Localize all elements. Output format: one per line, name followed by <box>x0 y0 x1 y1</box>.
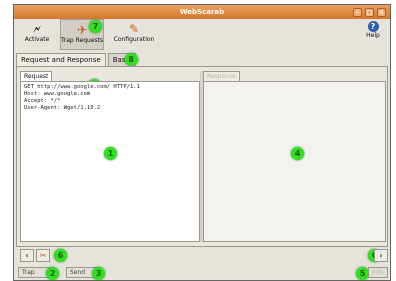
help-label: Help <box>366 32 380 39</box>
marker-1: 1 <box>104 147 117 160</box>
info-label: Info <box>372 269 384 276</box>
trap-requests-button[interactable]: ✈ Trap Requests 7 <box>60 19 104 50</box>
tab-bar: Request and Response Basic 8 <box>16 53 138 66</box>
request-pane: Request 4 GET http://www.google.com/ HTT… <box>20 71 200 242</box>
configuration-icon: ✎ <box>128 22 140 36</box>
configuration-button[interactable]: ✎ Configuration <box>112 19 156 50</box>
app-window: WebScarab – □ × 🗲 Activate ✈ Trap Reques… <box>13 4 391 281</box>
info-button[interactable]: Info <box>368 267 388 278</box>
request-line: User-Agent: Wget/1.10.2 <box>24 105 101 111</box>
maximize-icon[interactable]: □ <box>365 7 374 17</box>
marker-4: 4 <box>291 147 304 160</box>
activate-icon: 🗲 <box>33 22 41 36</box>
marker-8: 7 <box>89 20 102 33</box>
request-editor[interactable]: GET http://www.google.com/ HTTP/1.1 Host… <box>20 81 200 242</box>
close-icon[interactable]: × <box>377 7 386 17</box>
arrow-right-icon: › <box>379 251 383 260</box>
edit-icon: ✂ <box>39 251 47 260</box>
help-button[interactable]: ? Help <box>358 21 388 39</box>
window-title: WebScarab <box>179 8 225 16</box>
help-icon: ? <box>367 21 379 32</box>
action-bar: ‹ ✂ 6 6 › <box>16 249 388 263</box>
response-pane: Response 4 <box>203 71 386 242</box>
titlebar: WebScarab – □ × <box>14 5 390 19</box>
request-response-panel: Request 4 GET http://www.google.com/ HTT… <box>16 66 388 247</box>
marker-2: 2 <box>46 267 59 280</box>
send-label: Send <box>70 269 86 276</box>
request-line: Host: www.google.com <box>24 91 91 97</box>
window-controls: – □ × <box>353 5 386 19</box>
marker-6-left: 6 <box>54 249 67 262</box>
trap-requests-label: Trap Requests <box>61 37 104 44</box>
next-button[interactable]: › <box>374 249 388 262</box>
request-line: GET http://www.google.com/ HTTP/1.1 <box>24 84 140 90</box>
previous-button[interactable]: ‹ <box>20 249 34 262</box>
configuration-label: Configuration <box>113 36 155 43</box>
edit-button[interactable]: ✂ <box>36 249 50 262</box>
minimize-icon[interactable]: – <box>353 7 362 17</box>
marker-3: 3 <box>92 267 105 280</box>
request-line: Accept: */* <box>24 98 61 104</box>
activate-label: Activate <box>24 36 50 43</box>
tab-request-and-response[interactable]: Request and Response <box>16 53 106 66</box>
status-bar: Trap 2 Send 3 5 Info <box>16 267 388 280</box>
toolbar: 🗲 Activate ✈ Trap Requests 7 ✎ Configura… <box>14 19 390 52</box>
arrow-left-icon: ‹ <box>25 251 29 260</box>
trap-label: Trap <box>22 269 35 276</box>
marker-7: 8 <box>124 53 138 66</box>
activate-button[interactable]: 🗲 Activate <box>15 19 59 50</box>
tab-basic[interactable]: Basic 8 <box>107 53 138 66</box>
response-editor[interactable] <box>203 81 386 242</box>
